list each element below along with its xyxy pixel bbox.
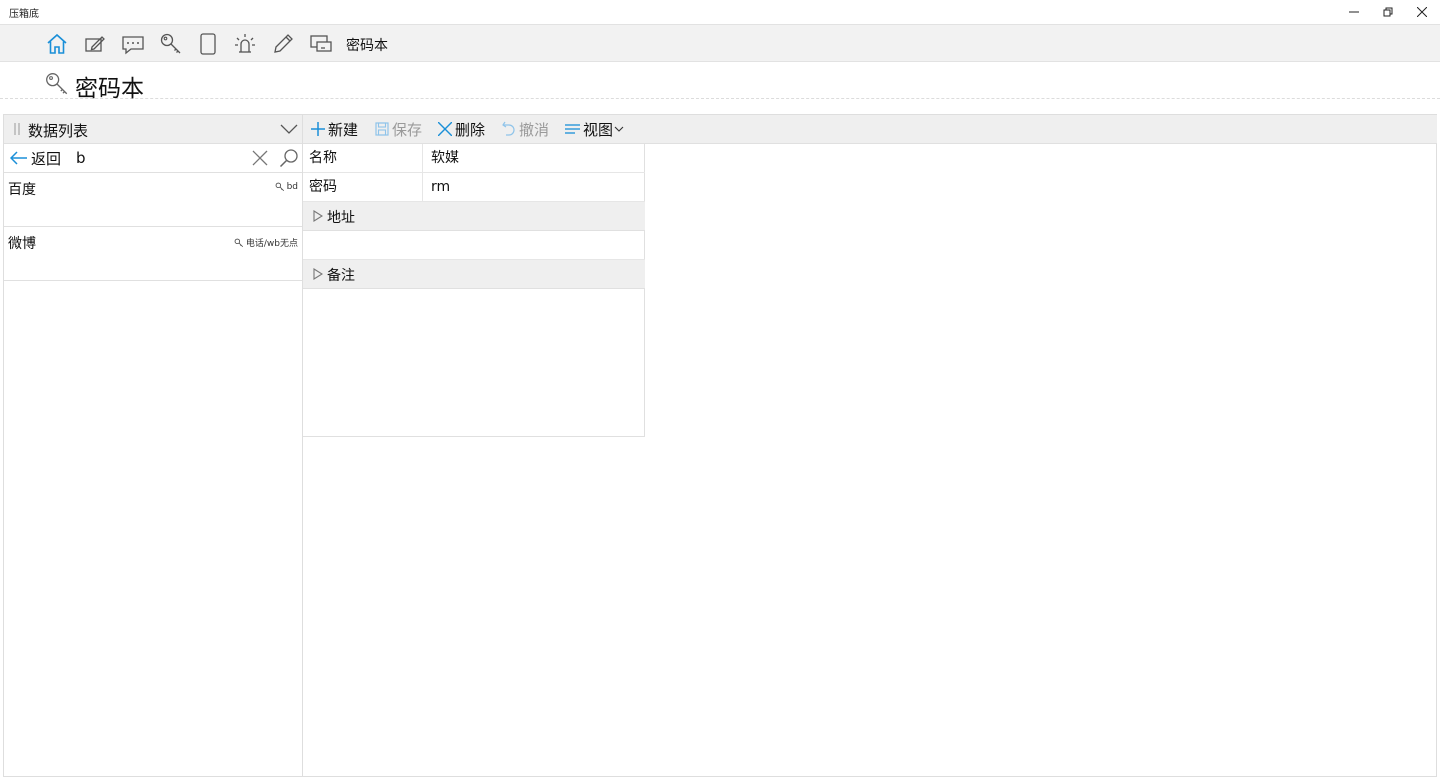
view-label: 视图 bbox=[583, 120, 614, 139]
write-button[interactable] bbox=[269, 30, 297, 58]
notes-button[interactable] bbox=[81, 30, 109, 58]
arrow-left-icon bbox=[10, 151, 27, 165]
password-field[interactable]: rm bbox=[431, 173, 450, 201]
window-titlebar: 压箱底 bbox=[0, 0, 1440, 24]
idea-bulb-icon bbox=[235, 34, 255, 53]
search-icon[interactable] bbox=[279, 148, 299, 168]
list-item-account: 电话/wb无点 bbox=[234, 236, 298, 249]
view-button[interactable]: 视图 bbox=[565, 115, 627, 143]
list-item-account: bd bbox=[275, 182, 298, 192]
data-list: 百度 bd 微博 电话/wb无点 bbox=[4, 173, 302, 281]
undo-label: 撤消 bbox=[519, 120, 550, 139]
save-label: 保存 bbox=[392, 120, 423, 139]
name-field-label: 名称 bbox=[303, 144, 423, 172]
ideas-button[interactable] bbox=[231, 30, 259, 58]
detail-form: 名称 软媒 密码 rm 地址 备注 bbox=[303, 144, 645, 437]
clear-icon[interactable] bbox=[252, 150, 268, 166]
current-module-label: 密码本 bbox=[346, 38, 388, 54]
key-icon bbox=[160, 33, 181, 54]
data-list-header: 数据列表 bbox=[4, 115, 302, 144]
window-title: 压箱底 bbox=[9, 9, 39, 20]
passwords-button[interactable] bbox=[157, 30, 185, 58]
page-header: 密码本 bbox=[0, 62, 1440, 102]
undo-icon bbox=[502, 121, 515, 136]
restore-button[interactable] bbox=[1371, 0, 1405, 24]
list-item[interactable]: 微博 电话/wb无点 bbox=[4, 227, 302, 281]
list-item-name: 微博 bbox=[8, 236, 36, 252]
home-icon bbox=[47, 33, 67, 54]
app-toolbar: 密码本 bbox=[0, 24, 1440, 62]
notes-section-header[interactable]: 备注 bbox=[303, 260, 645, 289]
devices-button[interactable] bbox=[307, 30, 335, 58]
edit-note-icon bbox=[85, 36, 105, 52]
back-button[interactable]: 返回 bbox=[4, 144, 68, 172]
triangle-right-icon bbox=[313, 268, 323, 280]
new-button[interactable]: 新建 bbox=[311, 115, 358, 143]
minimize-button[interactable] bbox=[1337, 0, 1371, 24]
delete-icon bbox=[438, 122, 452, 136]
list-item-name: 百度 bbox=[8, 182, 36, 198]
close-icon bbox=[1417, 7, 1427, 17]
new-label: 新建 bbox=[328, 120, 359, 139]
list-item[interactable]: 百度 bd bbox=[4, 173, 302, 227]
chevron-down-icon bbox=[614, 126, 624, 132]
notes-field[interactable] bbox=[303, 289, 645, 436]
password-field-row: 密码 rm bbox=[303, 173, 645, 202]
tablet-icon bbox=[200, 33, 216, 55]
messages-button[interactable] bbox=[119, 30, 147, 58]
pencil-icon bbox=[274, 34, 293, 53]
page-title: 密码本 bbox=[75, 76, 144, 102]
detail-toolbar: 新建 保存 删除 撤消 视图 bbox=[303, 115, 1437, 144]
close-button[interactable] bbox=[1405, 0, 1439, 24]
data-list-title: 数据列表 bbox=[28, 122, 89, 140]
list-item-account-text: 电话/wb无点 bbox=[245, 239, 298, 249]
device-icon bbox=[310, 35, 332, 52]
address-section-label: 地址 bbox=[327, 210, 355, 226]
key-icon bbox=[275, 182, 284, 192]
delete-button[interactable]: 删除 bbox=[438, 115, 485, 143]
save-button[interactable]: 保存 bbox=[375, 115, 422, 143]
drag-handle-icon[interactable] bbox=[14, 123, 20, 135]
detail-panel: 新建 保存 删除 撤消 视图 名称 软媒 密码 rm 地址 备注 bbox=[303, 114, 1437, 777]
save-icon bbox=[375, 122, 389, 136]
key-icon bbox=[46, 73, 68, 95]
password-field-label: 密码 bbox=[303, 173, 423, 201]
home-button[interactable] bbox=[43, 30, 71, 58]
plus-icon bbox=[311, 122, 325, 136]
name-field[interactable]: 软媒 bbox=[431, 144, 459, 172]
lines-icon bbox=[565, 124, 580, 134]
name-field-row: 名称 软媒 bbox=[303, 144, 645, 173]
list-item-account-text: bd bbox=[286, 182, 298, 192]
minimize-icon bbox=[1349, 11, 1359, 13]
notes-section-label: 备注 bbox=[327, 268, 355, 284]
data-list-panel: 数据列表 返回 百度 bd 微博 电话/wb无点 bbox=[3, 114, 303, 777]
delete-label: 删除 bbox=[455, 120, 486, 139]
undo-button[interactable]: 撤消 bbox=[502, 115, 549, 143]
search-input[interactable] bbox=[70, 145, 250, 171]
key-icon bbox=[234, 238, 243, 247]
tablet-button[interactable] bbox=[194, 30, 222, 58]
chat-icon bbox=[122, 36, 144, 55]
triangle-right-icon bbox=[313, 210, 323, 222]
search-bar: 返回 bbox=[4, 144, 302, 173]
address-section-header[interactable]: 地址 bbox=[303, 202, 645, 231]
chevron-down-icon[interactable] bbox=[280, 122, 298, 136]
back-label: 返回 bbox=[31, 149, 62, 168]
address-field[interactable] bbox=[303, 231, 645, 260]
restore-icon bbox=[1383, 7, 1393, 17]
